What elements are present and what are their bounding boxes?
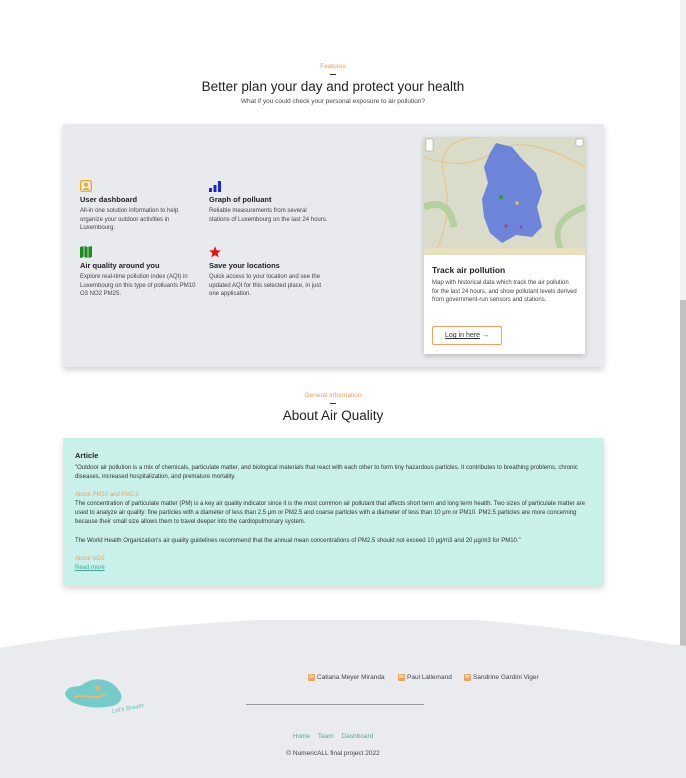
feature-title: Air quality around you bbox=[80, 261, 160, 270]
feature-text: All-in one solution information to help … bbox=[80, 208, 179, 231]
pm-text: The concentration of particulate matter … bbox=[75, 501, 586, 525]
feature-text: Reliable measurements from several stati… bbox=[209, 208, 328, 223]
feature-save-locations: Save your locations Quick access to your… bbox=[209, 246, 329, 299]
features-eyebrow: Features bbox=[320, 63, 346, 70]
map-card-title: Track air pollution bbox=[432, 265, 506, 275]
feature-air-quality: Air quality around you Explore real-time… bbox=[80, 246, 200, 299]
feature-title: Graph of polluant bbox=[209, 195, 272, 204]
pm-heading: About PM10 and PM2.5 bbox=[75, 492, 139, 498]
user-dashboard-icon bbox=[80, 180, 92, 192]
linkedin-icon: in bbox=[308, 674, 315, 681]
feature-graph: Graph of polluant Reliable measurements … bbox=[209, 180, 329, 224]
linkedin-icon: in bbox=[398, 674, 405, 681]
feature-title: User dashboard bbox=[80, 195, 138, 204]
features-title: Better plan your day and protect your he… bbox=[201, 79, 465, 94]
login-button-label: Log in here bbox=[445, 332, 481, 339]
map-icon bbox=[80, 246, 92, 258]
footer-divider bbox=[246, 704, 424, 705]
author-name: Catiana Meyer Miranda bbox=[317, 674, 385, 681]
arrow-right-icon: → bbox=[481, 332, 489, 339]
lets-breathe-logo: Let's Breathe bbox=[65, 679, 144, 715]
features-subtitle: What if you could check your personal ex… bbox=[240, 98, 426, 105]
feature-user-dashboard: User dashboard All-in one solution infor… bbox=[80, 180, 200, 233]
feature-text: Explore real-time pollution index (AQI) … bbox=[80, 274, 196, 297]
footer-link-team[interactable]: Team bbox=[318, 733, 334, 740]
who-text: The World Health Organization's air qual… bbox=[75, 538, 521, 544]
copyright: © NumericALL final project 2022 bbox=[286, 750, 380, 757]
linkedin-icon: in bbox=[464, 674, 471, 681]
author-name: Paul Lallemand bbox=[407, 674, 452, 681]
footer-nav: Home Team Dashboard bbox=[0, 733, 666, 740]
about-title: About Air Quality bbox=[282, 408, 384, 423]
feature-text: Quick access to your location and see th… bbox=[209, 274, 322, 297]
article-card: Article "Outdoor air pollution is a mix … bbox=[63, 438, 604, 586]
author-name: Sandrine Gardini Viger bbox=[473, 674, 539, 681]
star-icon bbox=[209, 246, 221, 258]
article-intro: "Outdoor air pollution is a mix of chemi… bbox=[75, 465, 578, 480]
login-button[interactable]: Log in here → bbox=[432, 326, 502, 345]
bar-chart-icon bbox=[209, 181, 221, 192]
eyebrow-divider bbox=[330, 403, 336, 404]
article-heading: Article bbox=[75, 451, 99, 460]
about-eyebrow: General information bbox=[304, 392, 362, 399]
no2-heading: About NO2 bbox=[75, 556, 105, 562]
logo-text: Let's Breathe bbox=[112, 703, 144, 715]
pollution-map-image bbox=[424, 137, 585, 255]
read-more-link[interactable]: Read more bbox=[75, 565, 105, 571]
track-pollution-card: Track air pollution Map with historical … bbox=[424, 137, 585, 354]
author-link[interactable]: in Paul Lallemand bbox=[398, 674, 452, 681]
footer-link-home[interactable]: Home bbox=[293, 733, 310, 740]
author-link[interactable]: in Sandrine Gardini Viger bbox=[464, 674, 539, 681]
feature-title: Save your locations bbox=[209, 261, 280, 270]
footer-link-dashboard[interactable]: Dashboard bbox=[342, 733, 374, 740]
map-card-text: Map with historical data which track the… bbox=[432, 280, 577, 303]
eyebrow-divider bbox=[330, 74, 336, 75]
author-link[interactable]: in Catiana Meyer Miranda bbox=[308, 674, 385, 681]
